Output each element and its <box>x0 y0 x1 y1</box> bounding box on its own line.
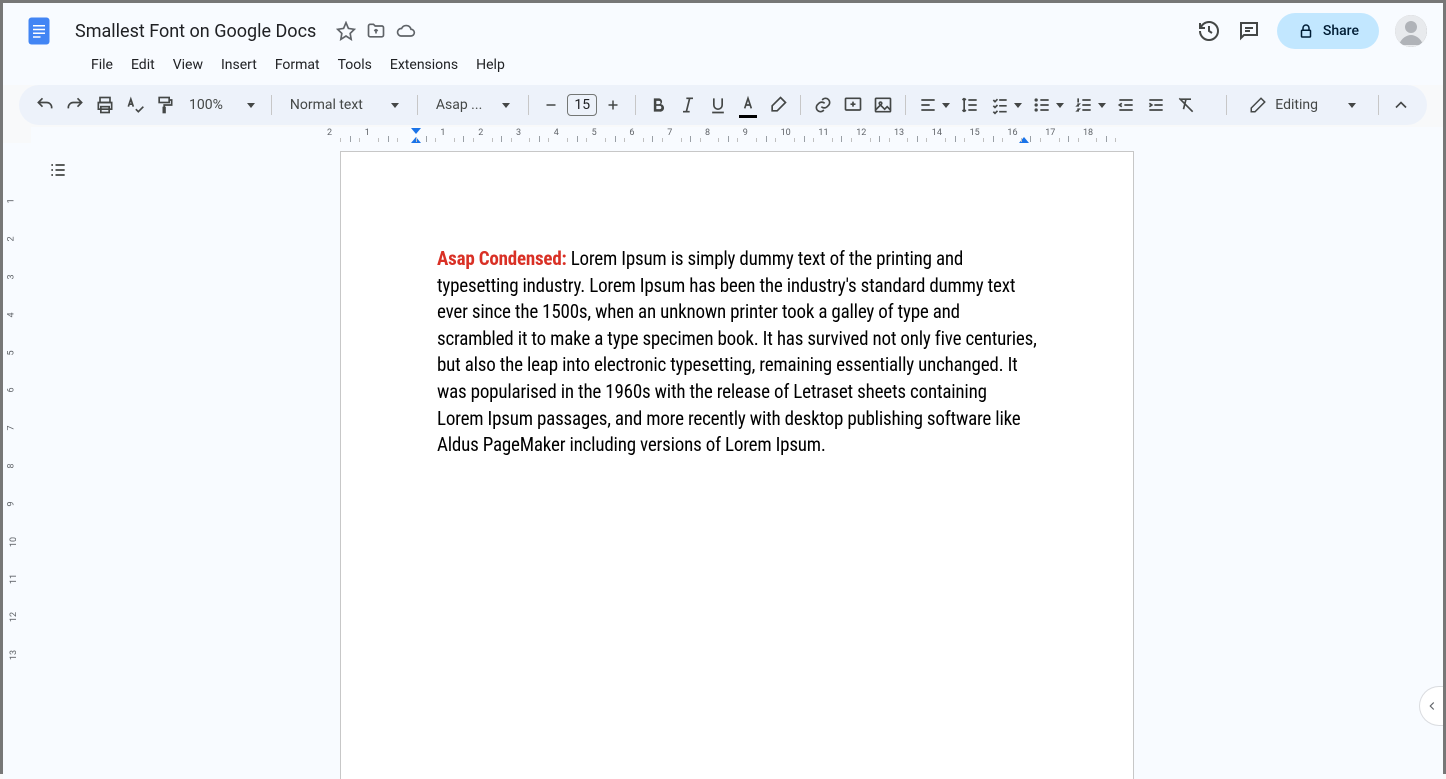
chevron-down-icon <box>1056 103 1064 108</box>
menu-extensions[interactable]: Extensions <box>382 53 466 77</box>
menu-insert[interactable]: Insert <box>213 53 265 77</box>
vertical-ruler[interactable]: 2112345678910111213 <box>3 143 31 779</box>
comments-icon[interactable] <box>1237 19 1261 43</box>
paragraph-style-dropdown[interactable]: Normal text <box>280 97 409 113</box>
highlight-button[interactable] <box>764 91 792 119</box>
separator <box>800 95 801 115</box>
horizontal-ruler[interactable]: 21123456789101112131415161718 <box>31 127 1443 143</box>
editing-mode-dropdown[interactable]: Editing <box>1235 96 1370 114</box>
chevron-down-icon <box>942 103 950 108</box>
account-avatar[interactable] <box>1395 15 1427 47</box>
spellcheck-button[interactable] <box>121 91 149 119</box>
menu-bar: FileEditViewInsertFormatToolsExtensionsH… <box>19 51 1427 85</box>
chevron-down-icon <box>247 103 255 108</box>
insert-image-button[interactable] <box>869 91 897 119</box>
chevron-down-icon <box>1348 103 1356 108</box>
first-line-indent[interactable] <box>411 128 421 134</box>
content-label: Asap Condensed: <box>437 247 567 270</box>
collapse-toolbar-button[interactable] <box>1387 91 1415 119</box>
separator <box>1226 95 1227 115</box>
numbered-list-button[interactable] <box>1070 91 1098 119</box>
increase-indent-button[interactable] <box>1142 91 1170 119</box>
insert-link-button[interactable] <box>809 91 837 119</box>
page[interactable]: Asap Condensed: Lorem Ipsum is simply du… <box>340 151 1134 779</box>
toolbar: 100% Normal text Asap ... <box>19 85 1427 125</box>
decrease-font-button[interactable] <box>537 91 565 119</box>
star-icon[interactable] <box>336 21 356 41</box>
docs-logo-icon[interactable] <box>19 11 59 51</box>
content-body: Lorem Ipsum is simply dummy text of the … <box>437 247 1037 456</box>
pencil-icon <box>1249 96 1267 114</box>
move-folder-icon[interactable] <box>366 21 386 41</box>
menu-help[interactable]: Help <box>468 53 513 77</box>
align-dropdown[interactable] <box>914 91 942 119</box>
decrease-indent-button[interactable] <box>1112 91 1140 119</box>
bulleted-list-button[interactable] <box>1028 91 1056 119</box>
separator <box>417 95 418 115</box>
cloud-status-icon[interactable] <box>396 21 416 41</box>
chevron-down-icon <box>502 103 510 108</box>
print-button[interactable] <box>91 91 119 119</box>
separator <box>905 95 906 115</box>
document-title[interactable]: Smallest Font on Google Docs <box>67 19 324 44</box>
underline-button[interactable] <box>704 91 732 119</box>
share-label: Share <box>1323 23 1359 39</box>
menu-file[interactable]: File <box>83 53 121 77</box>
line-spacing-button[interactable] <box>956 91 984 119</box>
separator <box>1378 95 1379 115</box>
chevron-down-icon <box>1098 103 1106 108</box>
font-dropdown[interactable]: Asap ... <box>426 97 520 113</box>
italic-button[interactable] <box>674 91 702 119</box>
show-outline-button[interactable] <box>44 156 72 184</box>
checklist-button[interactable] <box>986 91 1014 119</box>
redo-button[interactable] <box>61 91 89 119</box>
document-canvas: Asap Condensed: Lorem Ipsum is simply du… <box>31 143 1443 779</box>
font-size-input[interactable] <box>567 94 597 116</box>
text-color-button[interactable] <box>734 91 762 119</box>
menu-view[interactable]: View <box>165 53 211 77</box>
chevron-down-icon <box>391 103 399 108</box>
lock-icon <box>1297 22 1315 40</box>
zoom-dropdown[interactable]: 100% <box>181 97 263 113</box>
increase-font-button[interactable] <box>599 91 627 119</box>
menu-tools[interactable]: Tools <box>330 53 380 77</box>
separator <box>635 95 636 115</box>
bold-button[interactable] <box>644 91 672 119</box>
undo-button[interactable] <box>31 91 59 119</box>
share-button[interactable]: Share <box>1277 13 1379 49</box>
menu-format[interactable]: Format <box>267 53 328 77</box>
chevron-down-icon <box>1014 103 1022 108</box>
separator <box>271 95 272 115</box>
menu-edit[interactable]: Edit <box>123 53 163 77</box>
add-comment-button[interactable] <box>839 91 867 119</box>
paint-format-button[interactable] <box>151 91 179 119</box>
history-icon[interactable] <box>1197 19 1221 43</box>
clear-format-button[interactable] <box>1172 91 1200 119</box>
separator <box>528 95 529 115</box>
